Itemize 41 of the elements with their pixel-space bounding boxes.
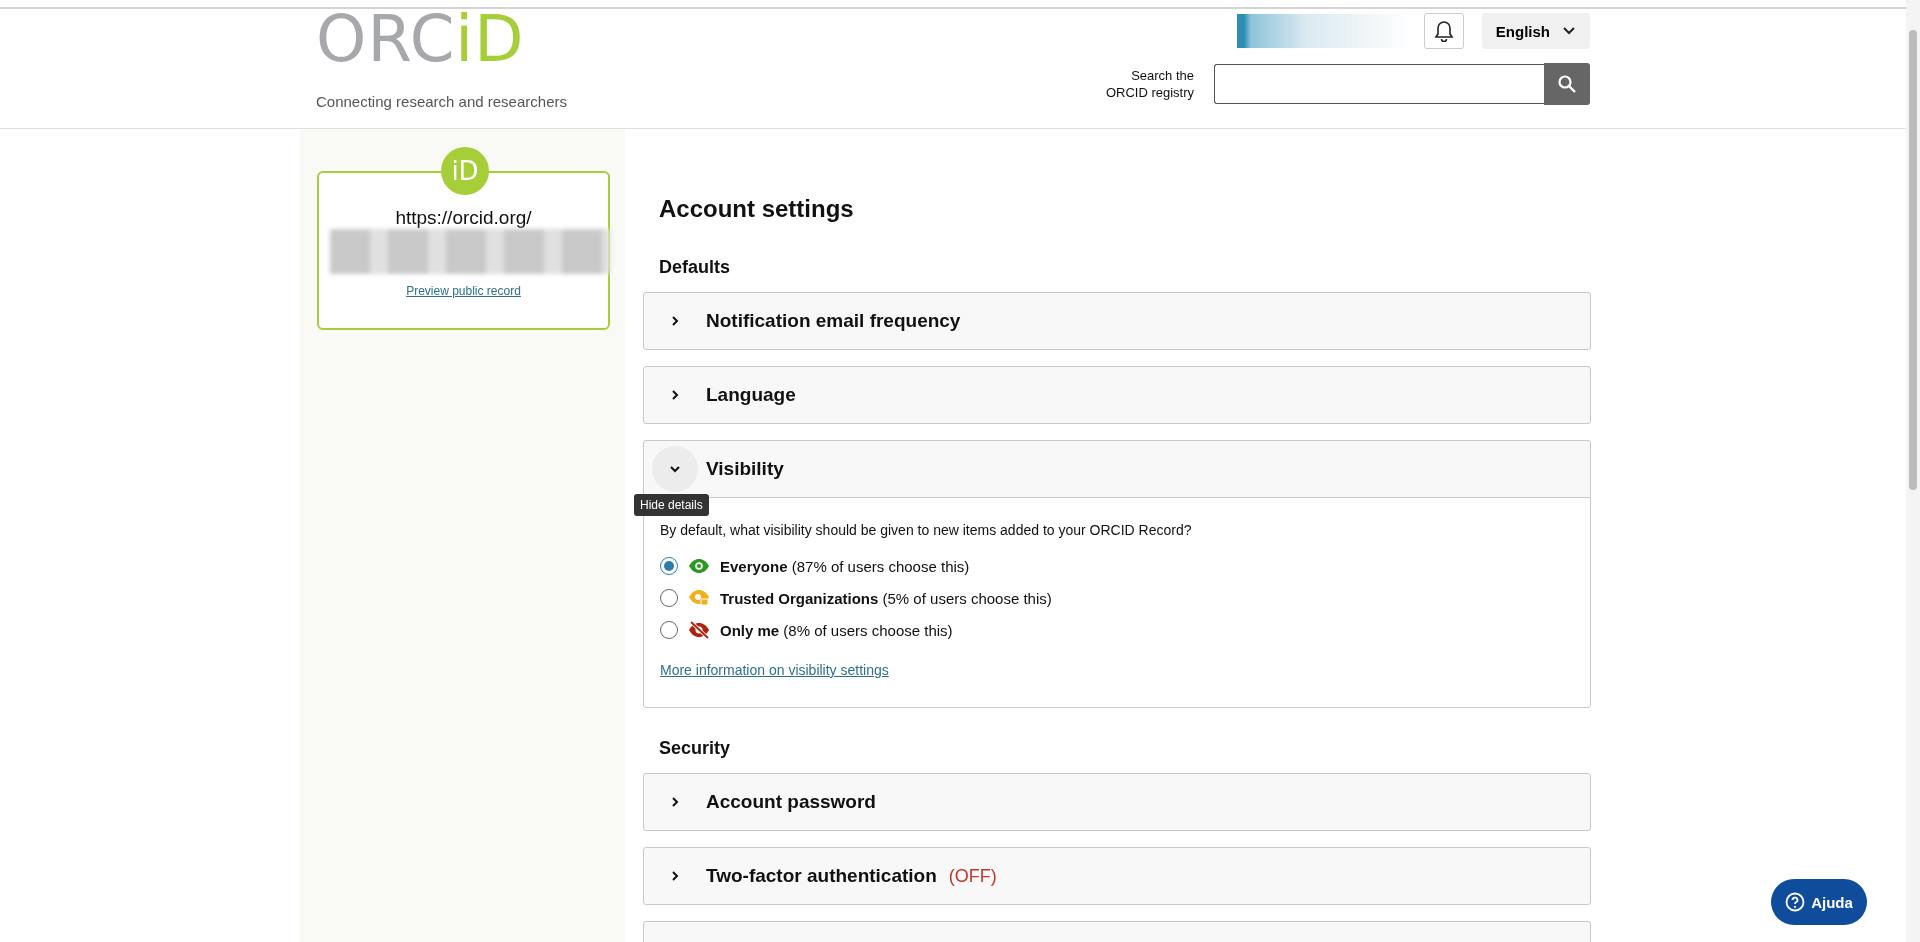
status-label: (OFF) <box>948 865 997 887</box>
page-title: Account settings <box>659 195 855 224</box>
chevron-icon <box>669 315 681 327</box>
search-label: Search the ORCID registry <box>1105 67 1194 101</box>
scrollbar-thumb[interactable] <box>1909 30 1917 490</box>
chevron-icon <box>669 870 681 882</box>
preview-record-link[interactable]: Preview public record <box>406 284 521 298</box>
eye-slash-icon <box>688 621 710 639</box>
panel-title[interactable]: Notification email frequency <box>706 310 961 332</box>
option-label: Trusted Organizations (5% of users choose this) <box>720 589 1052 607</box>
section-heading: Defaults <box>659 257 731 278</box>
bell-icon <box>1433 20 1454 42</box>
eye-lock-icon <box>688 589 710 607</box>
option-label: Only me (8% of users choose this) <box>720 621 953 639</box>
panel-title[interactable]: Account password <box>706 791 876 813</box>
section-heading: Security <box>659 738 732 759</box>
radio-button[interactable] <box>660 557 678 575</box>
notifications-button[interactable] <box>1423 13 1464 49</box>
option-label: Everyone (87% of users choose this) <box>720 557 970 575</box>
search-button[interactable] <box>1544 63 1590 105</box>
orcid-id-badge: iD <box>441 147 489 195</box>
radio-button[interactable] <box>660 589 678 607</box>
chevron-icon <box>669 463 681 475</box>
caret-icon <box>1562 26 1576 36</box>
visibility-info-link[interactable]: More information on visibility settings <box>660 662 889 678</box>
panel-title[interactable]: Visibility <box>706 458 784 480</box>
question-icon <box>1785 892 1806 912</box>
chevron-icon <box>669 796 681 808</box>
tagline: Connecting research and researchers <box>316 93 567 110</box>
description: By default, what visibility should be given to new items added to your ORCID Record? <box>660 522 1193 538</box>
tooltip: Hide details <box>634 494 709 516</box>
orcid-url: https://orcid.org/ <box>395 207 532 229</box>
search-field[interactable] <box>1214 64 1544 104</box>
radio-button[interactable] <box>660 621 678 639</box>
eye-icon <box>688 558 710 574</box>
help-button[interactable]: Ajuda <box>1771 879 1867 925</box>
search-icon <box>1557 74 1577 94</box>
language-dropdown[interactable]: English <box>1481 13 1590 49</box>
panel-title[interactable]: Two-factor authentication <box>706 865 937 887</box>
panel-title[interactable]: Language <box>706 384 796 406</box>
chevron-icon <box>669 389 681 401</box>
